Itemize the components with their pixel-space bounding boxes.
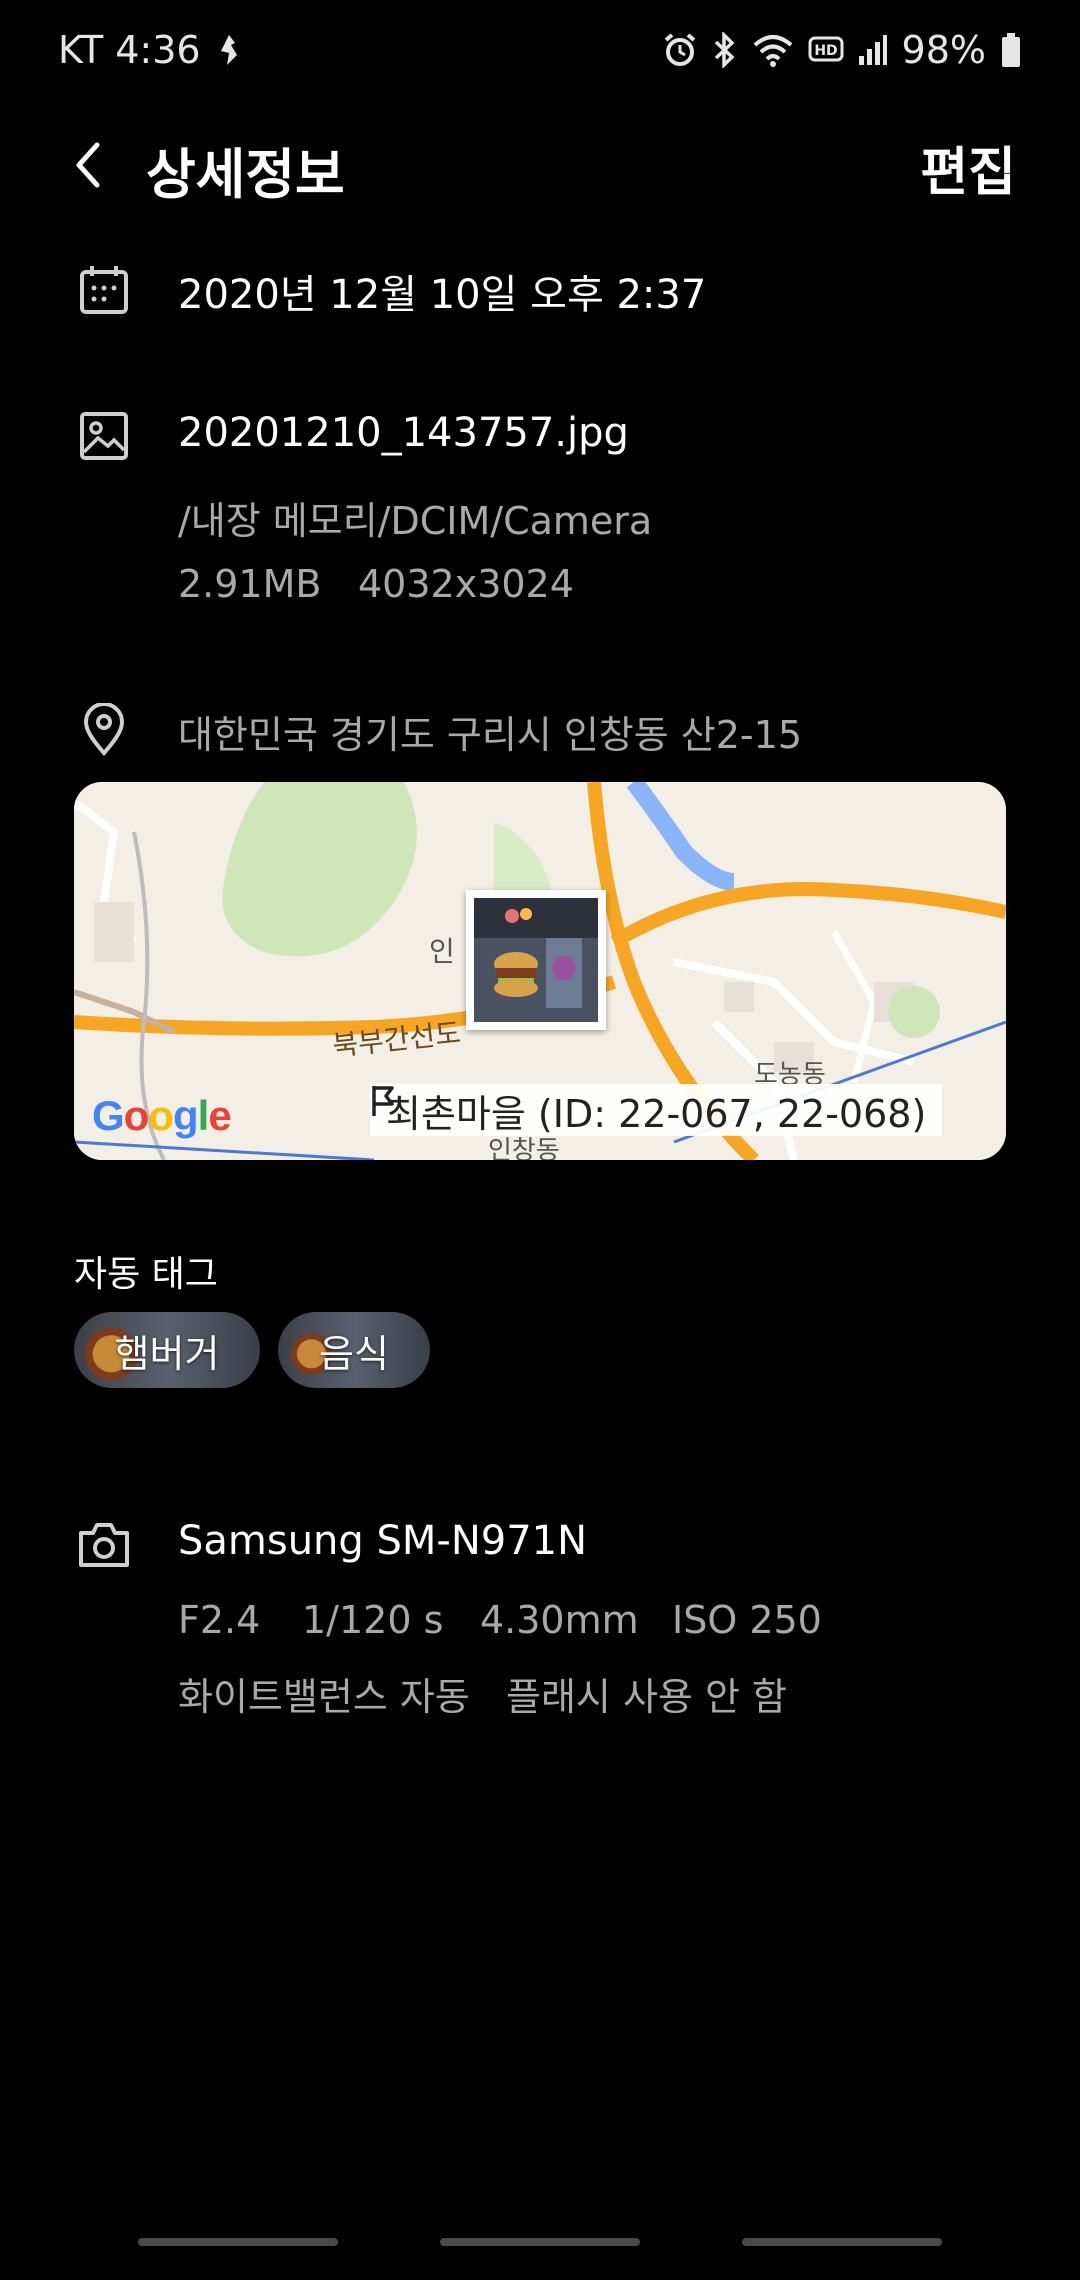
camera-focal-length: 4.30mm [480,1598,639,1642]
camera-aperture: F2.4 [178,1598,261,1642]
location-map[interactable]: 인 북부간선도 도농동 인창동 Google 최촌마을 (ID: 22-067,… [74,782,1006,1160]
photo-details-screen: KT 4:36 HD 98% 상세정보 편집 2020년 12월 10일 오후 … [0,0,1080,2280]
date-taken[interactable]: 2020년 12월 10일 오후 2:37 [178,262,706,320]
photo-thumbnail-pin[interactable] [466,890,606,1030]
nav-recents-button[interactable] [138,2238,338,2246]
tag-chip-hamburger[interactable]: 햄버거 [74,1312,260,1388]
hd-voice-icon: HD [808,35,844,65]
map-place-text: 최촌마을 (ID: 22-067, 22-068) [386,1091,927,1136]
map-district-label: 인 [429,935,455,968]
tag-chip-label: 햄버거 [114,1331,220,1376]
edit-button[interactable]: 편집 [920,130,1016,205]
notification-icon [215,33,243,67]
camera-flash: 플래시 사용 안 함 [506,1675,787,1719]
file-name[interactable]: 20201210_143757.jpg [178,410,629,456]
back-arrow-icon [76,142,100,188]
camera-model[interactable]: Samsung SM-N971N [178,1518,587,1564]
app-header: 상세정보 편집 [0,110,1080,220]
page-title: 상세정보 [146,143,345,206]
location-pin-icon [76,702,132,758]
status-bar: KT 4:36 HD 98% [0,0,1080,110]
tag-chip-food[interactable]: 음식 [278,1312,430,1388]
map-place-label: 최촌마을 (ID: 22-067, 22-068) [370,1084,943,1136]
battery-icon [1000,32,1022,68]
status-right: HD 98% [662,28,1022,72]
camera-icon [76,1516,132,1572]
svg-text:HD: HD [814,43,837,59]
nav-back-button[interactable] [742,2238,942,2246]
alarm-icon [662,32,698,68]
file-path: /내장 메모리/DCIM/Camera [178,499,653,543]
flag-icon [372,1086,394,1116]
status-left: KT 4:36 [58,28,243,72]
wifi-icon [752,33,794,67]
auto-tags-title: 자동 태그 [74,1254,218,1295]
battery-percent: 98% [901,28,986,72]
carrier-time: KT 4:36 [58,28,201,72]
bluetooth-icon [712,32,738,68]
signal-icon [858,34,888,66]
camera-iso: ISO 250 [672,1598,822,1642]
calendar-icon [76,262,132,318]
camera-shutter: 1/120 s [302,1598,444,1642]
photo-thumbnail [474,898,598,1022]
image-icon [76,408,132,464]
file-resolution: 4032x3024 [358,562,574,606]
navigation-bar [0,2220,1080,2280]
back-button[interactable] [58,135,118,195]
file-size: 2.91MB [178,562,322,606]
location-address[interactable]: 대한민국 경기도 구리시 인창동 산2-15 [178,704,802,759]
camera-white-balance: 화이트밸런스 자동 [178,1675,470,1719]
tag-chip-label: 음식 [319,1331,389,1376]
nav-home-button[interactable] [440,2238,640,2246]
google-logo: Google [92,1092,232,1139]
